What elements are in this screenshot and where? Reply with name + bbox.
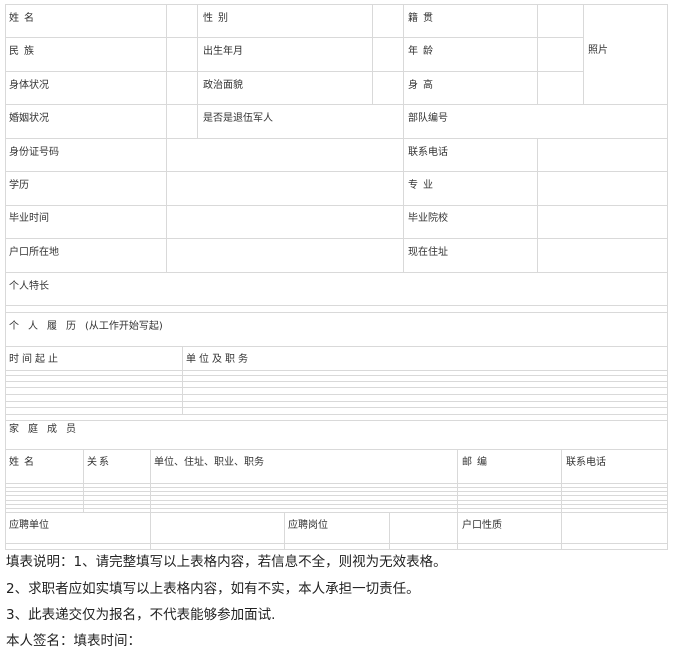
grid-line-vertical [561,449,562,513]
grid-line-vertical [457,449,458,513]
health-label: 身体状况 [9,80,49,91]
veteran-label: 是否是退伍军人 [203,113,273,124]
grid-line-horizontal [5,370,668,371]
apply-post-label: 应聘岗位 [288,520,328,531]
grid-line-horizontal [5,504,668,505]
grid-line-horizontal [5,37,584,38]
grid-line-horizontal [583,4,668,5]
resume-title-group: 个人履历(从工作开始写起) [9,321,163,333]
grid-line-horizontal [5,420,668,421]
grid-line-vertical [537,138,538,273]
grid-line-horizontal [5,508,668,509]
grid-line-horizontal [5,305,668,306]
photo-label: 照片 [588,45,608,56]
apply-unit-label: 应聘单位 [9,520,49,531]
family-title: 家庭成员 [9,424,85,435]
grid-line-horizontal [5,104,668,105]
grid-line-vertical [403,4,404,139]
note-line-2: 2、求职者应如实填写以上表格内容，如有不实，本人承担一切责任。 [6,581,420,597]
birth-label: 出生年月 [203,46,243,57]
note-line-3: 3、此表递交仅为报名，不代表能够参加面试. [6,607,276,623]
grid-line-vertical [182,346,183,415]
grid-line-horizontal [5,407,668,408]
ethnicity-label: 民族 [9,46,39,57]
grid-line-horizontal [5,414,668,415]
major-label: 专业 [408,180,438,191]
phone-label: 联系电话 [408,147,448,158]
grid-line-horizontal [5,71,584,72]
resume-note: (从工作开始写起) [85,321,163,332]
grid-line-horizontal [5,171,668,172]
grid-line-horizontal [5,495,668,496]
grid-line-vertical [166,138,167,273]
grid-line-horizontal [5,487,668,488]
skills-label: 个人特长 [9,281,49,292]
grid-line-vertical [457,512,458,550]
family-header-zip: 邮编 [462,457,492,468]
note-line-1: 填表说明：1、请完整填写以上表格内容，若信息不全，则视为无效表格。 [6,554,447,570]
resume-title: 个人履历 [9,321,85,332]
grid-line-vertical [667,4,668,550]
grid-line-vertical [150,512,151,550]
family-header-unit: 单位、住址、职业、职务 [154,457,264,468]
family-header-phone: 联系电话 [566,457,606,468]
application-form-table: 姓名 性别 籍贯 照片 民族 出生年月 年龄 身体状况 政治面貌 身高 婚姻状况… [0,0,674,560]
grid-line-vertical [372,4,373,105]
grid-line-vertical [537,4,538,105]
school-label: 毕业院校 [408,213,448,224]
marital-label: 婚姻状况 [9,113,49,124]
unit-number-label: 部队编号 [408,113,448,124]
grid-line-vertical [150,449,151,513]
grid-line-horizontal [5,543,668,544]
political-label: 政治面貌 [203,80,243,91]
resume-period-header: 时间起止 [9,354,61,365]
height-label: 身高 [408,80,438,91]
grid-line-vertical [389,512,390,550]
name-label: 姓名 [9,13,39,24]
grid-line-horizontal [5,375,668,376]
grid-line-vertical [197,4,198,139]
grid-line-horizontal [5,449,668,450]
education-label: 学历 [9,180,29,191]
hukou-location-label: 户口所在地 [9,247,59,258]
grid-line-horizontal [5,491,668,492]
grid-line-horizontal [5,387,668,388]
graduation-time-label: 毕业时间 [9,213,49,224]
resume-unit-header: 单位及职务 [186,354,251,365]
grid-line-vertical [166,4,167,139]
grid-line-vertical [583,4,584,105]
address-label: 现在住址 [408,247,448,258]
grid-line-horizontal [5,549,668,550]
family-header-name: 姓名 [9,457,39,468]
grid-line-horizontal [5,272,668,273]
grid-line-horizontal [5,346,668,347]
note-line-4: 本人签名：填表时间： [6,633,141,649]
grid-line-horizontal [5,394,668,395]
age-label: 年龄 [408,46,438,57]
grid-line-vertical [284,512,285,550]
grid-line-horizontal [5,401,668,402]
grid-line-horizontal [5,381,668,382]
id-number-label: 身份证号码 [9,147,59,158]
grid-line-horizontal [5,205,668,206]
grid-line-vertical [561,512,562,550]
hukou-type-label: 户口性质 [462,520,502,531]
grid-line-horizontal [5,500,668,501]
grid-line-horizontal [5,4,584,5]
grid-line-horizontal [5,512,668,513]
grid-line-vertical [5,4,6,550]
grid-line-vertical [83,449,84,513]
grid-line-horizontal [5,312,668,313]
grid-line-horizontal [5,138,668,139]
grid-line-horizontal [5,238,668,239]
grid-line-vertical [403,138,404,273]
grid-line-horizontal [5,483,668,484]
gender-label: 性别 [203,13,233,24]
family-header-relation: 关系 [87,457,111,468]
native-place-label: 籍贯 [408,13,438,24]
